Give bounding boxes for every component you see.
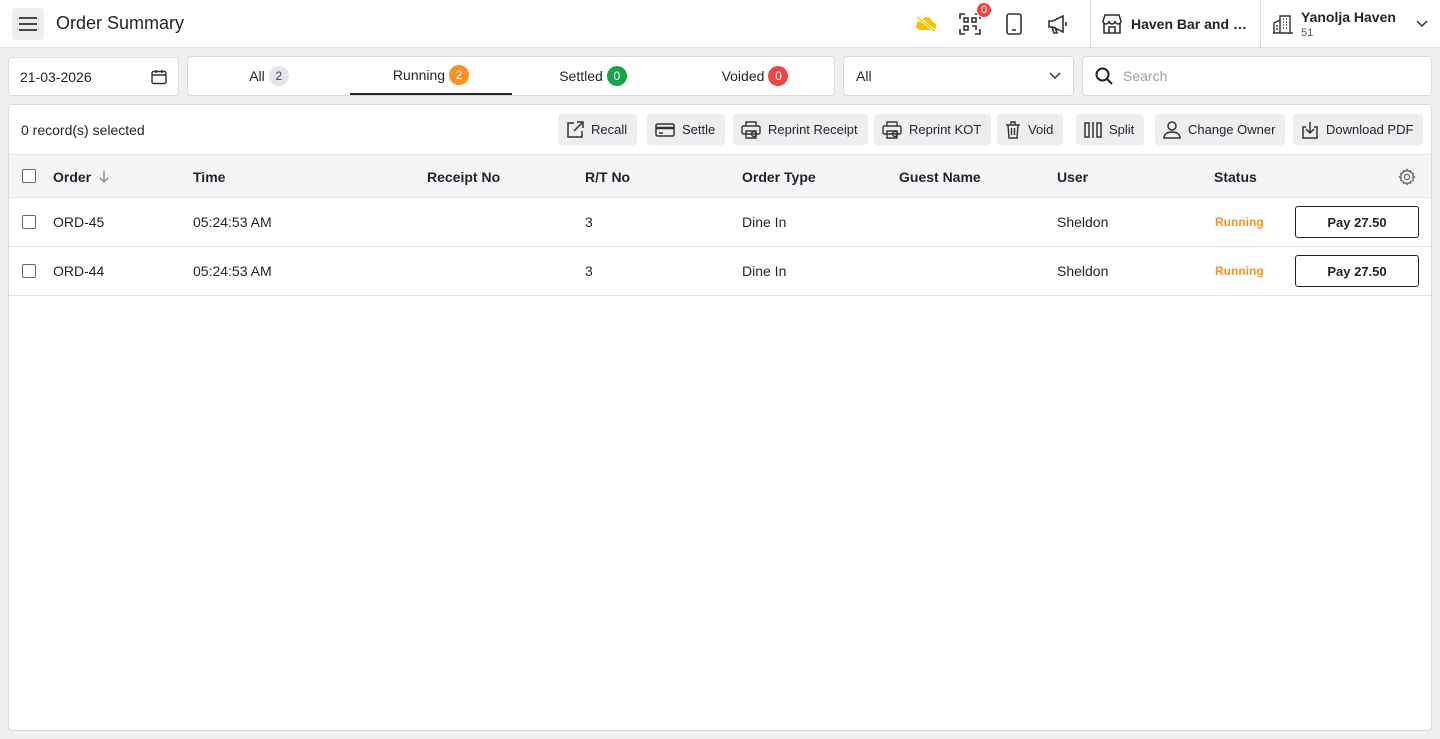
status-badge: Running [1215,215,1264,229]
pay-button[interactable]: Pay 27.50 [1295,206,1419,238]
button-label: Settle [682,122,716,137]
row-checkbox[interactable] [22,215,36,229]
order-id: ORD-44 [53,263,105,279]
column-header-order[interactable]: Order [53,169,109,185]
column-label: Order [53,169,92,185]
tab-count-badge: 2 [268,66,289,86]
split-button[interactable]: Split [1076,114,1145,145]
download-pdf-button[interactable]: Download PDF [1293,114,1424,145]
order-type: Dine In [742,263,787,279]
user-icon [1163,120,1181,139]
column-header-user[interactable]: User [1057,169,1088,185]
selected-count: 0 record(s) selected [21,122,145,138]
orders-panel: 0 record(s) selected Recall Settle Repri… [8,104,1432,731]
building-icon [1273,15,1293,34]
select-value: All [856,68,872,84]
recall-button[interactable]: Recall [558,114,638,145]
split-icon [1084,121,1102,138]
button-label: Recall [591,122,628,137]
tab-label: Voided [721,68,765,84]
menu-icon [19,17,37,31]
table-row[interactable]: ORD-45 05:24:53 AM 3 Dine In Sheldon Run… [9,198,1431,247]
table-row[interactable]: ORD-44 05:24:53 AM 3 Dine In Sheldon Run… [9,247,1431,296]
top-bar: Order Summary 0 Haven Bar and Restaurant… [0,0,1440,48]
venue-selector[interactable]: Haven Bar and Restaurant [1101,0,1249,48]
reprint-kot-button[interactable]: Reprint KOT [874,114,992,145]
button-label: Reprint KOT [909,122,982,137]
action-toolbar: 0 record(s) selected Recall Settle Repri… [9,105,1431,155]
status-tabs: All 2 Running 2 Settled 0 Voided 0 [187,56,835,96]
card-icon [655,122,675,137]
column-header-guest-name[interactable]: Guest Name [899,169,981,185]
column-header-receipt-no[interactable]: Receipt No [427,169,500,185]
order-time: 05:24:53 AM [193,214,272,230]
button-label: Void [1028,122,1054,137]
tab-voided[interactable]: Voided 0 [674,57,836,95]
cloud-offline-icon[interactable] [914,12,938,36]
button-label: Download PDF [1326,122,1414,137]
venue-name: Haven Bar and Restaurant [1131,16,1249,32]
external-link-icon [567,120,584,138]
column-header-time[interactable]: Time [193,169,225,185]
account-selector[interactable]: Yanolja Haven 51 [1272,0,1432,48]
rt-no: 3 [585,214,593,230]
chevron-down-icon [1049,72,1061,80]
date-picker[interactable]: 21-03-2026 [8,57,179,96]
settings-gear-icon[interactable] [1398,168,1416,186]
status-badge: Running [1215,264,1264,278]
megaphone-icon[interactable] [1046,12,1070,36]
tab-count-badge: 0 [606,66,627,86]
button-label: Change Owner [1188,122,1276,137]
settle-button[interactable]: Settle [647,114,726,145]
select-all-checkbox[interactable] [22,169,36,183]
tab-count-badge: 0 [768,66,789,86]
user-name: Sheldon [1057,263,1109,279]
order-type: Dine In [742,214,787,230]
tab-all[interactable]: All 2 [188,57,350,95]
user-name: Sheldon [1057,214,1109,230]
store-icon [1102,14,1122,34]
calendar-icon [151,69,167,84]
column-header-status[interactable]: Status [1214,169,1257,185]
printer-icon [882,120,902,139]
divider [1260,0,1261,48]
rt-no: 3 [585,263,593,279]
tab-running[interactable]: Running 2 [350,57,512,95]
account-name: Yanolja Haven [1301,9,1396,25]
printer-icon [741,120,761,139]
change-owner-button[interactable]: Change Owner [1155,114,1286,145]
button-label: Reprint Receipt [768,122,858,137]
tab-label: All [249,68,265,84]
divider [1090,0,1091,48]
date-value: 21-03-2026 [20,68,92,85]
tab-count-badge: 2 [449,65,470,85]
page-title: Order Summary [56,13,185,33]
chevron-down-icon [1416,20,1428,28]
tablet-icon[interactable] [1002,12,1026,36]
download-icon [1302,121,1318,139]
pay-button[interactable]: Pay 27.50 [1295,255,1419,287]
notification-badge: 0 [976,2,993,18]
account-id: 51 [1301,27,1314,39]
order-type-select[interactable]: All [843,56,1074,96]
trash-icon [1006,120,1020,139]
reprint-receipt-button[interactable]: Reprint Receipt [733,114,868,145]
tab-label: Settled [559,68,603,84]
tab-settled[interactable]: Settled 0 [512,57,674,95]
row-checkbox[interactable] [22,264,36,278]
button-label: Split [1109,122,1135,137]
order-time: 05:24:53 AM [193,263,272,279]
column-header-order-type[interactable]: Order Type [742,169,816,185]
table-header: Order Time Receipt No R/T No Order Type … [9,155,1431,198]
search-icon [1095,67,1113,85]
void-button[interactable]: Void [997,114,1064,145]
sort-arrow-icon [99,171,109,183]
column-header-rt-no[interactable]: R/T No [585,169,630,185]
search-input[interactable] [1123,68,1403,84]
search-box [1082,56,1432,96]
tab-label: Running [392,67,446,83]
hamburger-menu-button[interactable] [12,8,44,40]
order-id: ORD-45 [53,214,105,230]
